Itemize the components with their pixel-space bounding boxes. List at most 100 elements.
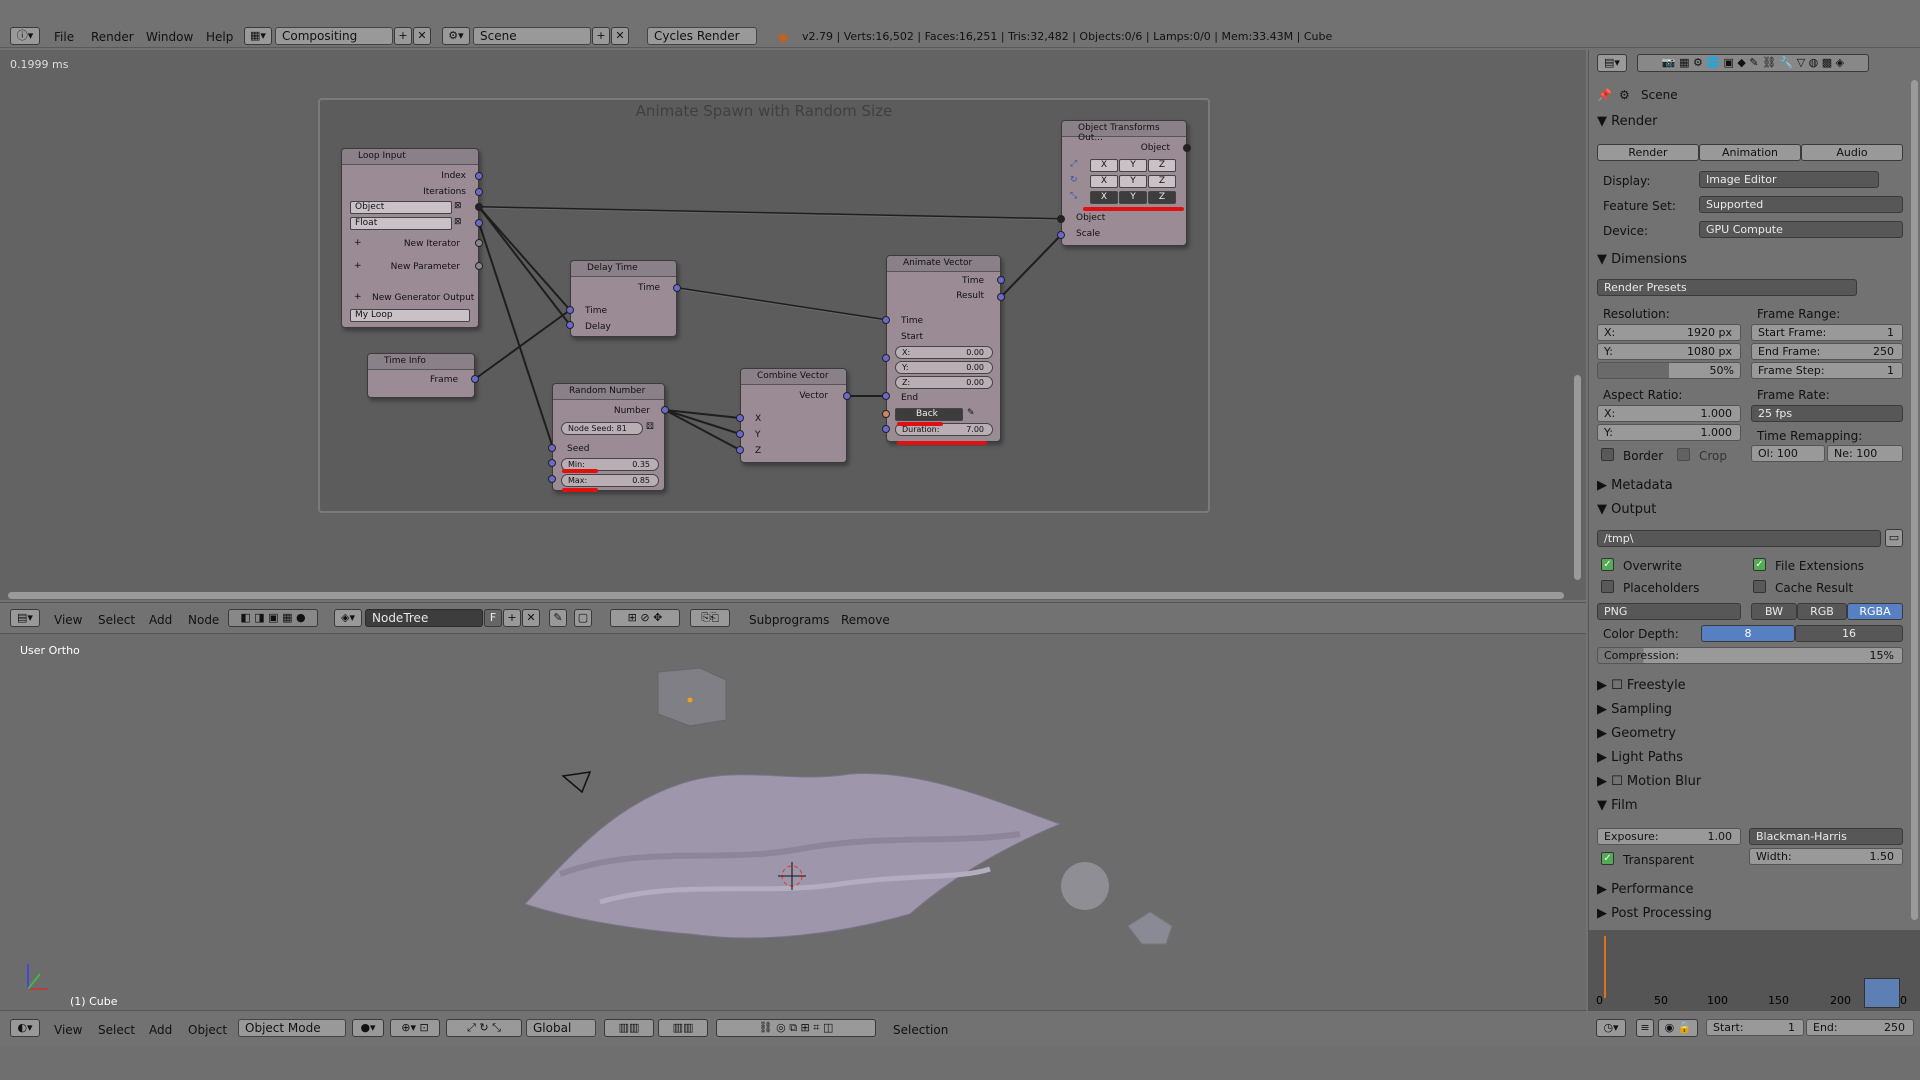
manipulator-icons[interactable]: ⤢ ↻ ⤡	[446, 1019, 522, 1037]
timeline[interactable]: 0 50 100 150 200 250	[1588, 930, 1920, 1010]
geometry-panel-header[interactable]: ▶ Geometry	[1597, 726, 1676, 741]
feature-set-select[interactable]: Supported	[1699, 196, 1903, 213]
socket[interactable]	[1057, 215, 1065, 223]
socket[interactable]	[843, 392, 851, 400]
depth-16-button[interactable]: 16	[1795, 625, 1903, 642]
start-frame-field[interactable]: Start: 1	[1706, 1019, 1804, 1036]
display-select[interactable]: Image Editor	[1699, 171, 1879, 188]
socket[interactable]	[566, 321, 574, 329]
backdrop-icon[interactable]: ▢	[574, 609, 592, 627]
end-frame-field[interactable]: End: 250	[1806, 1019, 1914, 1036]
max-field[interactable]: Max: 0.85	[561, 474, 659, 487]
pivot-icon[interactable]: ⊕▾ ⊡	[390, 1019, 440, 1037]
socket[interactable]	[548, 475, 556, 483]
properties-scrollbar[interactable]	[1911, 80, 1918, 920]
start-frame-field[interactable]: Start Frame: 1	[1751, 324, 1903, 341]
depth-8-button[interactable]: 8	[1701, 625, 1795, 642]
vertical-scrollbar[interactable]	[1574, 375, 1581, 580]
socket[interactable]	[475, 262, 483, 270]
horizontal-scrollbar[interactable]	[8, 592, 1564, 599]
nodetree-browse-icon[interactable]: ◈▾	[334, 609, 362, 627]
pin-icon[interactable]: 📌	[1597, 88, 1612, 102]
menu-node[interactable]: Node	[188, 613, 219, 627]
rot-x-toggle[interactable]: X	[1090, 175, 1118, 188]
plus-icon[interactable]: +	[354, 261, 362, 271]
snap-tools-icon[interactable]: ⊞ ⊘ ✥	[610, 609, 680, 627]
socket[interactable]	[548, 459, 556, 467]
socket[interactable]	[882, 316, 890, 324]
node-animate-vector[interactable]: Animate Vector Time Result Time Start X:…	[886, 255, 1001, 442]
editor-type-icon[interactable]: ▤▾	[10, 609, 40, 627]
new-generator-output-button[interactable]: New Generator Output	[372, 293, 474, 303]
socket[interactable]	[475, 188, 483, 196]
res-x-field[interactable]: X: 1920 px	[1597, 324, 1741, 341]
frame-step-field[interactable]: Frame Step: 1	[1751, 362, 1903, 379]
start-z-field[interactable]: Z: 0.00	[895, 376, 993, 389]
end-frame-field[interactable]: End Frame: 250	[1751, 343, 1903, 360]
metadata-panel-header[interactable]: ▶ Metadata	[1597, 478, 1673, 493]
copy-paste-icon[interactable]: ⎘⎗	[690, 609, 730, 627]
time-remap-old[interactable]: Ol: 100	[1751, 445, 1825, 462]
socket[interactable]	[475, 203, 483, 211]
film-panel-header[interactable]: ▼ Film	[1597, 798, 1638, 813]
socket[interactable]	[736, 430, 744, 438]
file-format-select[interactable]: PNG	[1597, 603, 1741, 620]
audio-button[interactable]: Audio	[1801, 144, 1903, 161]
bw-button[interactable]: BW	[1751, 603, 1797, 620]
menu-view[interactable]: View	[54, 1023, 82, 1037]
crop-checkbox[interactable]	[1677, 448, 1690, 461]
add-nodetree-icon[interactable]: +	[503, 609, 521, 627]
menu-object[interactable]: Object	[188, 1023, 227, 1037]
node-combine-vector[interactable]: Combine Vector Vector X Y Z	[740, 368, 847, 463]
remove-nodetree-icon[interactable]: ✕	[522, 609, 540, 627]
exposure-field[interactable]: Exposure: 1.00	[1597, 828, 1741, 845]
node-loop-input[interactable]: Loop Input Index Iterations Object Float…	[341, 148, 479, 328]
editor-type-icon[interactable]: ▤▾	[1597, 54, 1627, 72]
menu-add[interactable]: Add	[149, 613, 172, 627]
rgb-button[interactable]: RGB	[1797, 603, 1847, 620]
mode-select[interactable]: Object Mode	[238, 1019, 346, 1037]
animation-button[interactable]: Animation	[1699, 144, 1801, 161]
scale-z-toggle[interactable]: Z	[1148, 191, 1176, 204]
scale-y-toggle[interactable]: Y	[1119, 191, 1147, 204]
file-extensions-checkbox[interactable]: ✓	[1753, 558, 1766, 571]
loc-x-toggle[interactable]: X	[1090, 159, 1118, 172]
motion-blur-panel-header[interactable]: ▶ ☐ Motion Blur	[1597, 774, 1701, 789]
playback-icons[interactable]: ◉ 🔒	[1658, 1019, 1698, 1037]
layers-grid[interactable]: ▥▥	[604, 1019, 654, 1037]
pin-icon[interactable]: ✎	[549, 609, 567, 627]
plus-icon[interactable]: +	[354, 292, 362, 302]
dice-icon[interactable]: ⚄	[646, 422, 654, 432]
folder-icon[interactable]: ▭	[1885, 529, 1903, 547]
easing-select[interactable]: Back	[895, 408, 963, 421]
object-param-field[interactable]: Object	[350, 201, 452, 214]
viewport-tool-icons[interactable]: ⛓ ◎ ⧉ ⊞ ⌗ ◫	[716, 1019, 876, 1037]
aspect-y-field[interactable]: Y: 1.000	[1597, 424, 1741, 441]
orientation-select[interactable]: Global	[526, 1019, 596, 1037]
render-presets-select[interactable]: Render Presets	[1597, 279, 1857, 296]
socket[interactable]	[475, 219, 483, 227]
plus-icon[interactable]: +	[354, 238, 362, 248]
transparent-checkbox[interactable]: ✓	[1601, 852, 1614, 865]
socket[interactable]	[673, 284, 681, 292]
menu-select[interactable]: Select	[98, 613, 135, 627]
freestyle-panel-header[interactable]: ▶ ☐ Freestyle	[1597, 678, 1686, 693]
node-delay-time[interactable]: Delay Time Time Time Delay	[570, 260, 677, 337]
fake-user-button[interactable]: F	[484, 609, 502, 627]
filter-width-field[interactable]: Width: 1.50	[1749, 848, 1903, 865]
remove-button[interactable]: Remove	[841, 613, 890, 627]
start-x-field[interactable]: X: 0.00	[895, 346, 993, 359]
socket[interactable]	[882, 354, 890, 362]
socket[interactable]	[997, 293, 1005, 301]
aspect-x-field[interactable]: X: 1.000	[1597, 405, 1741, 422]
subprograms-button[interactable]: Subprograms	[749, 613, 829, 627]
node-time-info[interactable]: Time Info Frame	[367, 353, 475, 398]
socket[interactable]	[548, 444, 556, 452]
socket[interactable]	[736, 446, 744, 454]
socket[interactable]	[475, 239, 483, 247]
socket[interactable]	[1183, 144, 1191, 152]
scale-x-toggle[interactable]: X	[1090, 191, 1118, 204]
socket[interactable]	[882, 392, 890, 400]
cache-result-checkbox[interactable]	[1753, 580, 1766, 593]
rot-z-toggle[interactable]: Z	[1148, 175, 1176, 188]
